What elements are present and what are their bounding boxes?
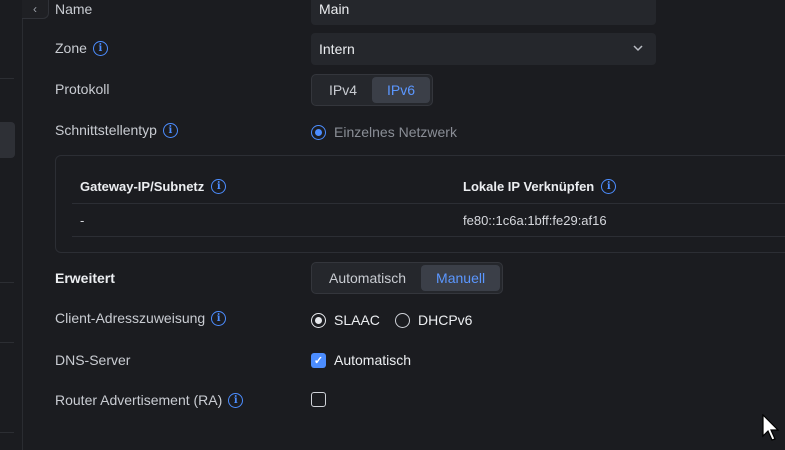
radio-checked[interactable] [311,124,326,140]
radio-checked[interactable] [311,312,326,328]
router-advertisement-label: Router Advertisement (RA) i [55,392,244,408]
interface-type-radio[interactable]: Einzelnes Netzwerk [311,124,457,140]
advanced-toggle[interactable]: Automatisch Manuell [311,262,504,294]
info-icon[interactable]: i [92,40,108,56]
chevron-left-icon: ‹ [33,2,37,16]
advanced-option-manual[interactable]: Manuell [421,265,501,291]
name-label: Name [55,1,93,17]
table-header-gateway: Gateway-IP/Subnetz i [80,179,227,194]
table-divider [72,203,785,204]
table-divider [72,236,785,237]
table-cell-local-ip: fe80::1c6a:1bff:fe29:af16 [463,213,607,228]
info-icon[interactable]: i [162,122,178,138]
sidebar-active-item[interactable] [0,122,15,158]
sidebar-divider [0,432,14,433]
interface-type-label: Schnittstellentyp i [55,122,178,138]
info-icon[interactable]: i [211,179,227,194]
protocol-toggle[interactable]: IPv4 IPv6 [311,74,434,106]
sidebar-divider [0,282,14,283]
router-advertisement-checkbox[interactable] [311,392,326,407]
left-sidebar [0,0,23,450]
sidebar-divider [0,342,14,343]
table-header-local-ip: Lokale IP Verknüpfen i [463,179,617,194]
protocol-label: Protokoll [55,81,110,97]
collapse-panel-button[interactable]: ‹ [22,0,49,19]
checkmark-icon[interactable]: ✓ [311,352,326,368]
chevron-down-icon [633,45,643,52]
protocol-option-ipv6[interactable]: IPv6 [372,77,431,103]
info-icon[interactable]: i [228,392,244,408]
table-cell-gateway: - [80,213,85,228]
mouse-cursor-icon [762,414,780,441]
radio-unchecked[interactable] [395,312,410,328]
gateway-table-panel [55,155,785,253]
checkbox-unchecked[interactable] [311,392,326,407]
dns-server-label: DNS-Server [55,352,131,368]
client-addressing-label: Client-Adresszuweisung i [55,310,227,326]
protocol-option-ipv4[interactable]: IPv4 [314,77,372,103]
info-icon[interactable]: i [211,310,227,326]
name-input[interactable]: Main [311,0,656,25]
advanced-option-automatic[interactable]: Automatisch [314,265,421,291]
slaac-radio[interactable]: SLAAC [311,312,380,328]
advanced-label: Erweitert [55,270,115,286]
zone-select[interactable]: Intern [311,33,656,65]
zone-label: Zone i [55,40,108,56]
sidebar-divider [0,78,14,79]
info-icon[interactable]: i [601,179,617,194]
dns-automatic-checkbox[interactable]: ✓ Automatisch [311,352,411,368]
dhcpv6-radio[interactable]: DHCPv6 [395,312,472,328]
